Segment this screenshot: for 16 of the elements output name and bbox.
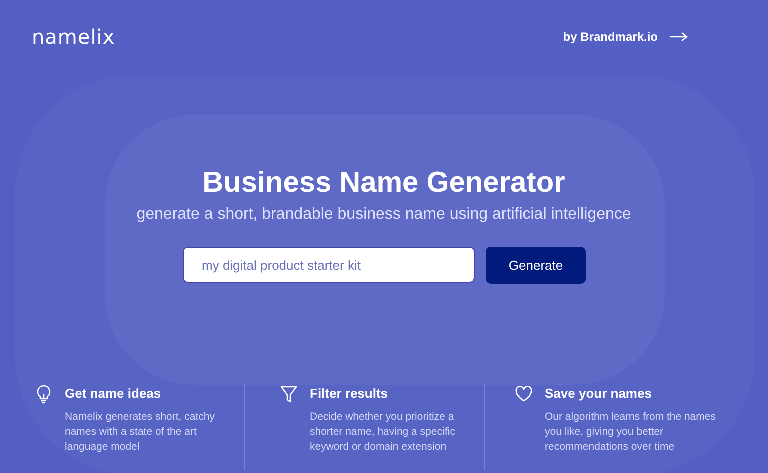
funnel-icon — [280, 385, 298, 404]
page-title: Business Name Generator — [202, 166, 566, 201]
feature-title: Filter results — [310, 385, 390, 403]
feature-description: Decide whether you prioritize a shorter name, having a specific keyword or domain extension — [310, 410, 456, 455]
search-field[interactable]: my digital product starter kit — [183, 247, 475, 283]
generate-button[interactable]: Generate — [486, 247, 586, 284]
feature-description: Our algorithm learns from the names you like, giving you better recommendations over time — [545, 410, 717, 455]
arrow-right-icon — [670, 32, 688, 42]
feature-title: Get name ideas — [65, 385, 162, 403]
heart-icon — [515, 385, 533, 404]
feature-title: Save your names — [545, 385, 653, 403]
feature-description: Namelix generates short, catchy names with a state of the art language model — [65, 410, 216, 455]
logo[interactable]: namelix — [32, 22, 116, 52]
lightbulb-icon — [35, 385, 53, 404]
subtitle: generate a short, brandable business name using artificial intelligence — [136, 205, 632, 225]
brandmark-link[interactable]: by Brandmark.io — [563, 28, 688, 46]
